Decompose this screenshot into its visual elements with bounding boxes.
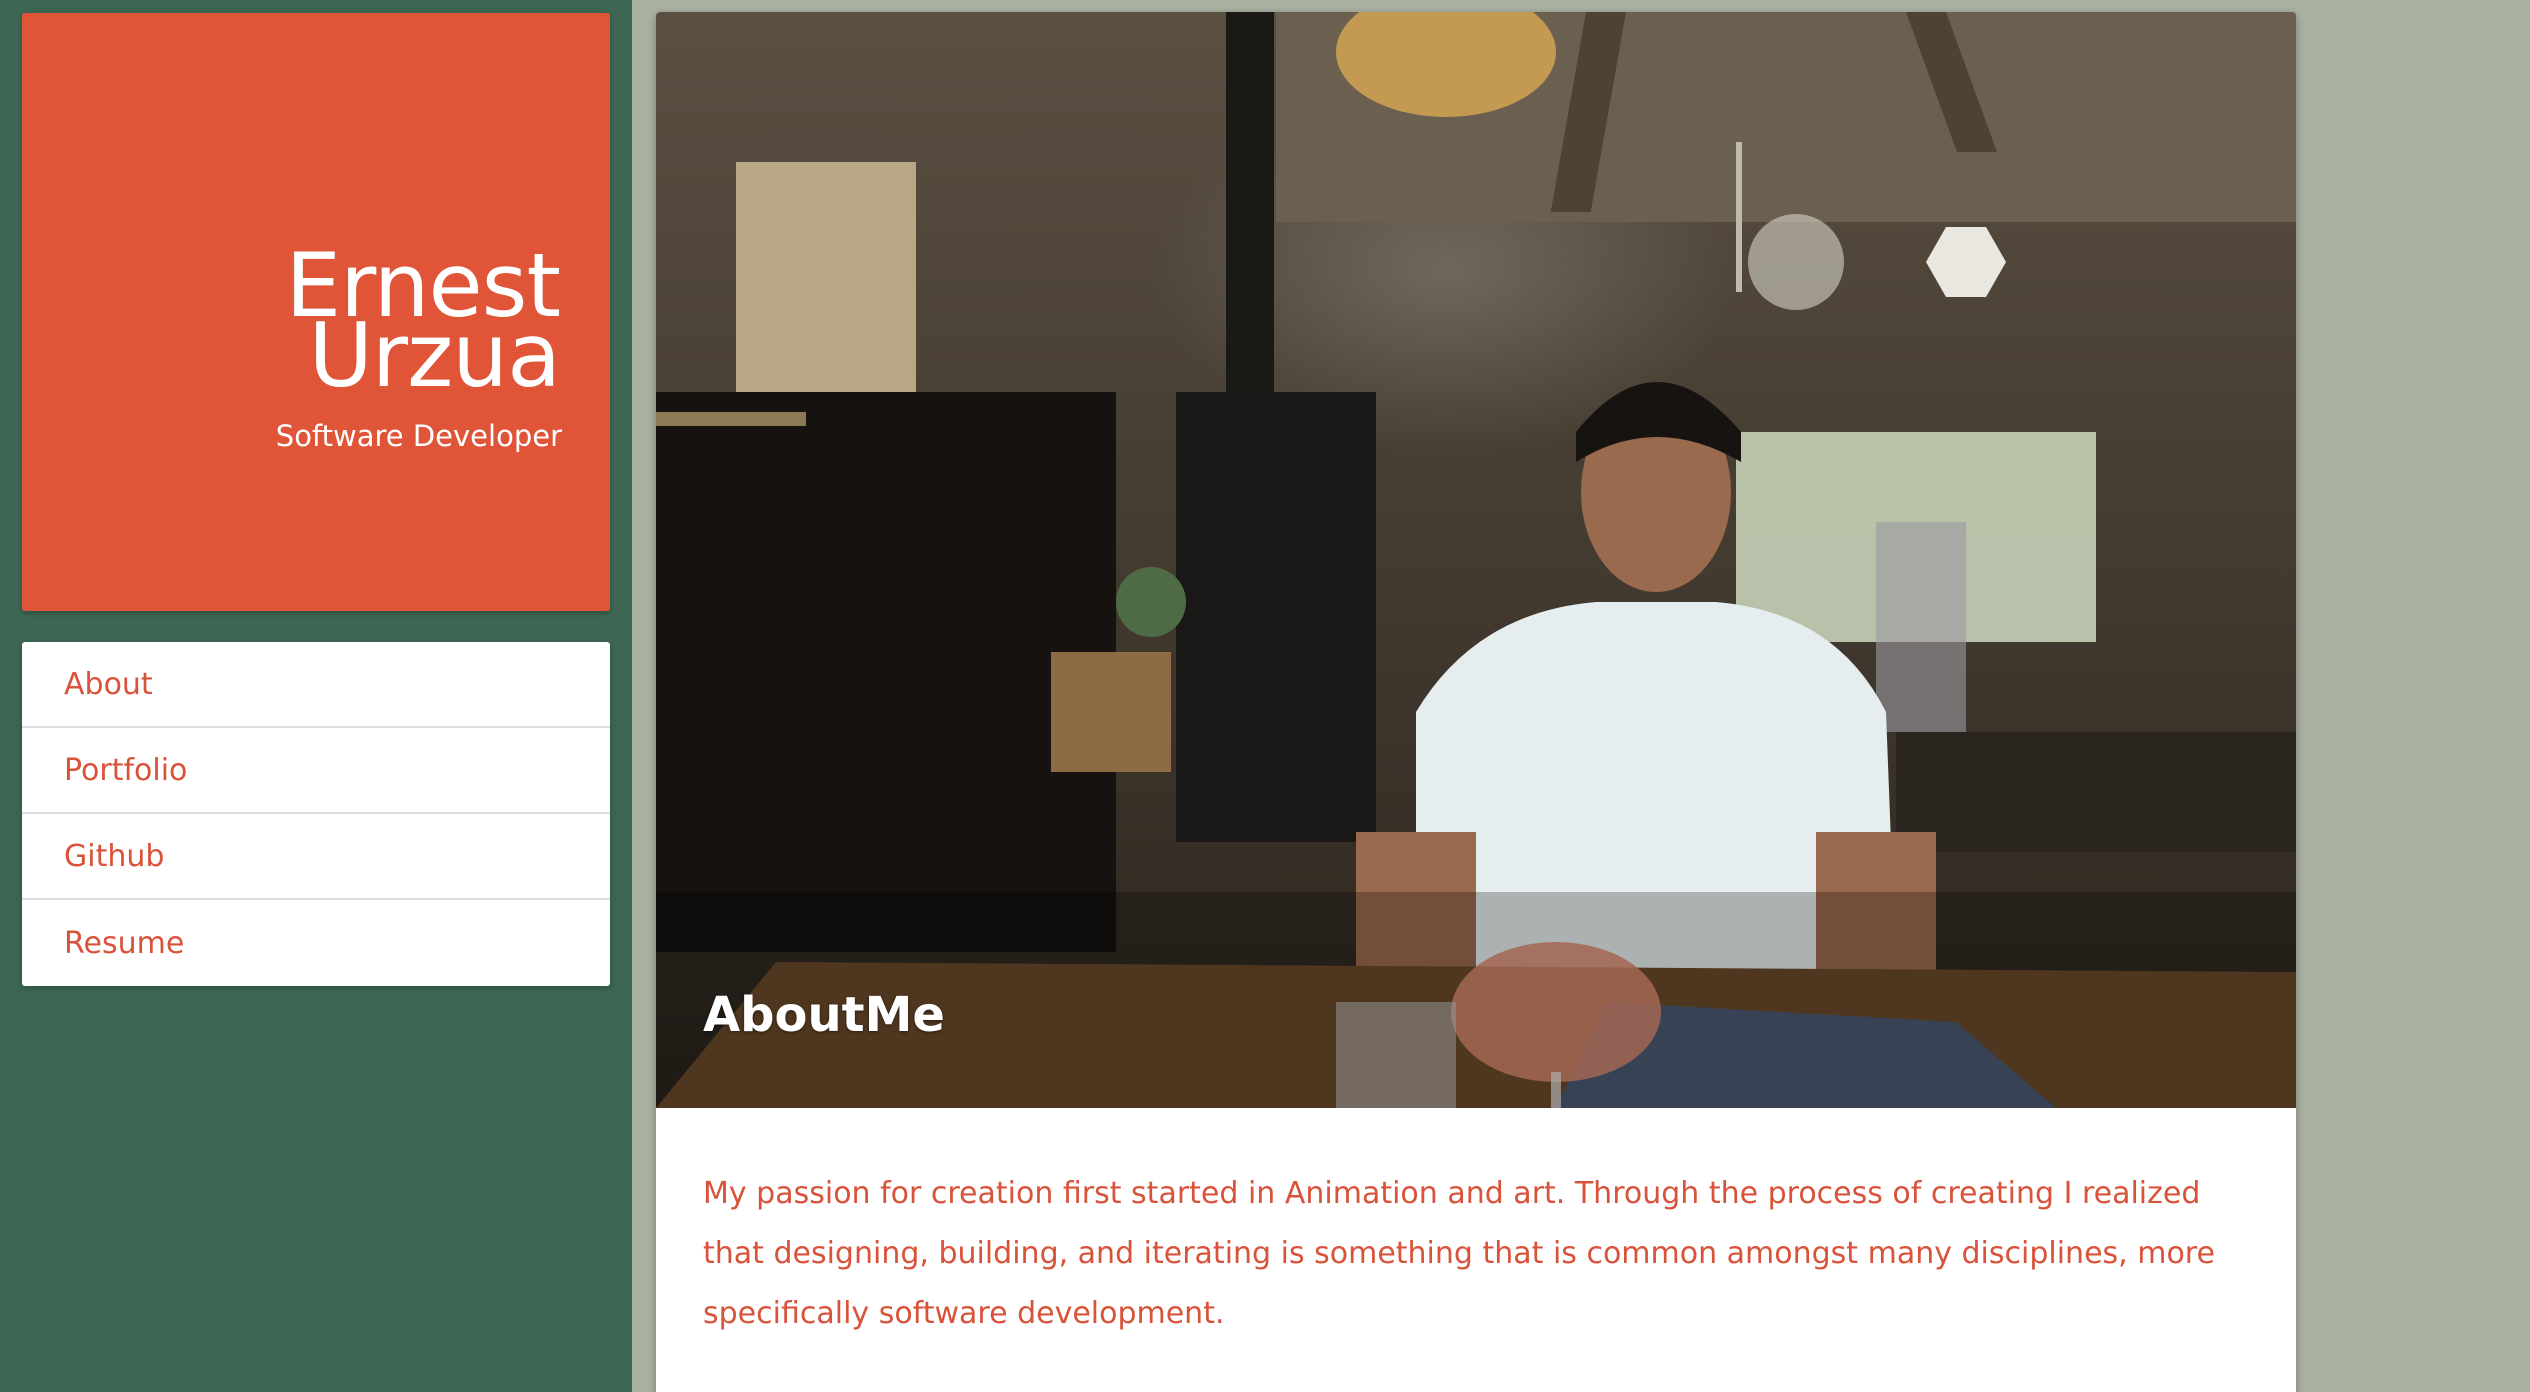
hero-photo: AboutMe: [656, 12, 2296, 1108]
about-title: AboutMe: [703, 987, 945, 1043]
plant: [1116, 567, 1186, 637]
nav-item-portfolio[interactable]: Portfolio: [22, 728, 610, 814]
stove: [1176, 392, 1376, 842]
nav-item-github[interactable]: Github: [22, 814, 610, 900]
chandelier: [1736, 142, 1742, 292]
side-table: [1896, 732, 2296, 852]
about-text: My passion for creation first started in…: [703, 1176, 2215, 1331]
brand-last-name: Urzua: [308, 304, 561, 407]
brand-subtitle: Software Developer: [275, 419, 562, 453]
lavender-vase: [1876, 522, 1966, 732]
baskets: [736, 162, 916, 402]
nav-item-about[interactable]: About: [22, 642, 610, 728]
hex-window: [1926, 227, 2006, 297]
piano-rail: [656, 412, 806, 426]
about-card: AboutMe My passion for creation first st…: [656, 12, 2296, 1392]
basket: [1051, 652, 1171, 772]
piano: [656, 392, 1116, 952]
stove-pipe: [1226, 12, 1274, 402]
nav-menu: About Portfolio Github Resume: [22, 642, 610, 986]
sidebar: Ernest Urzua Software Developer About Po…: [0, 0, 632, 1392]
chandelier-crystals: [1748, 214, 1844, 310]
nav-item-resume[interactable]: Resume: [22, 900, 610, 986]
hero-photo-illustration: [656, 12, 2296, 1108]
brand-name: Ernest Urzua: [286, 242, 561, 407]
brand-card: Ernest Urzua Software Developer: [22, 13, 610, 611]
